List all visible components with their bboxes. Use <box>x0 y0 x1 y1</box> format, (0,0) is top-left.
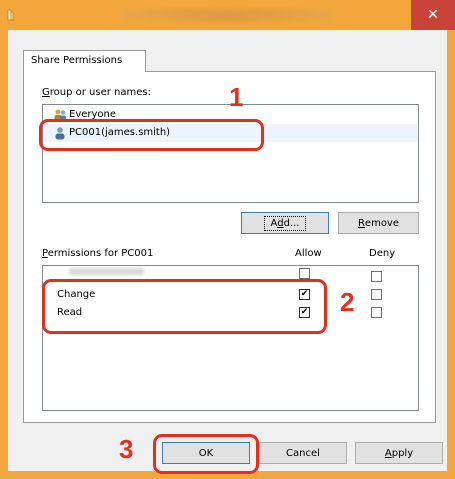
callout-number-3: 3 <box>119 434 134 464</box>
read-deny-checkbox[interactable] <box>371 307 382 318</box>
title-bar[interactable]: ✕ <box>0 0 455 30</box>
groups-label: Group or user names: <box>42 87 151 98</box>
callout-box-permissions <box>42 279 327 334</box>
full-control-label-obscured <box>69 268 144 275</box>
close-button[interactable]: ✕ <box>411 0 455 30</box>
folder-icon <box>7 9 14 21</box>
permissions-label: Permissions for PC001 <box>42 248 154 259</box>
full-control-allow-checkbox[interactable] <box>299 268 310 279</box>
callout-box-ok <box>153 434 259 474</box>
tab-share-permissions[interactable]: Share Permissions <box>23 50 146 72</box>
cancel-button[interactable]: Cancel <box>259 442 347 464</box>
close-icon: ✕ <box>427 7 439 23</box>
window-title-blurred <box>120 9 334 21</box>
add-button[interactable]: Add... <box>241 212 329 234</box>
tab-label: Share Permissions <box>31 55 123 66</box>
allow-header: Allow <box>295 248 322 259</box>
deny-header: Deny <box>369 248 396 259</box>
permissions-dialog: ✕ Share Permissions Group or user names:… <box>0 0 455 479</box>
callout-number-1: 1 <box>229 82 244 112</box>
remove-button[interactable]: Remove <box>338 212 419 234</box>
callout-box-user <box>39 119 264 151</box>
change-deny-checkbox[interactable] <box>371 289 382 300</box>
apply-button[interactable]: Apply <box>355 442 443 464</box>
callout-number-2: 2 <box>340 287 355 317</box>
full-control-deny-checkbox[interactable] <box>371 271 382 282</box>
